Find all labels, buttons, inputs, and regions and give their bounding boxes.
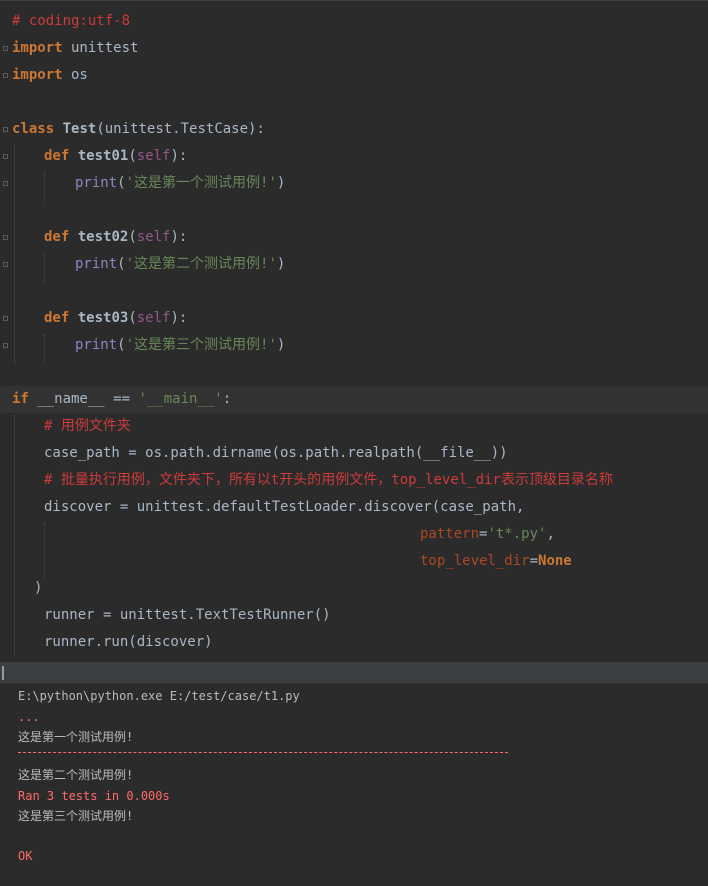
code-line-toplevel-arg: top_level_dir=None (420, 548, 572, 575)
keyword-import: import (12, 40, 63, 56)
string-literal: '这是第二个测试用例!' (125, 256, 277, 272)
class-name: Test (62, 121, 97, 137)
keyword-def: def (44, 229, 70, 245)
code-line-def-test03: def test03(self): (44, 305, 187, 332)
code-line-pattern-arg: pattern='t*.py', (420, 521, 555, 548)
string-pattern: 't*.py' (487, 526, 547, 542)
code-line-import-os: import os (12, 62, 88, 89)
code-line-print1: print('这是第一个测试用例!') (75, 170, 285, 197)
code-line-comment-batch: # 批量执行用例，文件夹下，所有以t开头的用例文件，top_level_dir表… (44, 472, 613, 488)
paren: ( (117, 256, 126, 272)
kwarg-top-level-dir: top_level_dir (420, 553, 530, 569)
fold-marker[interactable] (3, 46, 8, 51)
fold-marker[interactable] (3, 154, 8, 159)
code-line-if-main: if __name__ == '__main__': (12, 386, 231, 413)
method-name: test01 (77, 148, 129, 164)
console-ok: OK (18, 849, 33, 863)
keyword-def: def (44, 148, 70, 164)
console-output-line: 这是第三个测试用例! (18, 809, 134, 823)
code-line-def-test01: def test01(self): (44, 143, 187, 170)
method-name: test02 (77, 229, 129, 245)
paren: ( (128, 148, 137, 164)
fold-marker[interactable] (3, 127, 8, 132)
paren: ) (276, 256, 286, 272)
string-main: '__main__' (138, 391, 223, 407)
indent-guide (14, 415, 15, 655)
indent-guide (44, 253, 45, 283)
class-base: (unittest.TestCase): (96, 121, 265, 137)
builtin-print: print (75, 175, 118, 191)
module-unittest: unittest (62, 40, 139, 56)
code-line-runner: runner = unittest.TextTestRunner() (44, 607, 331, 623)
indent-guide (44, 172, 45, 202)
keyword-if: if (12, 391, 29, 407)
console-separator (18, 752, 508, 753)
indent-guide (44, 334, 45, 364)
string-literal: '这是第一个测试用例!' (125, 175, 277, 191)
code-line-discover: discover = unittest.defaultTestLoader.di… (44, 499, 525, 515)
console-output-line: 这是第二个测试用例! (18, 768, 134, 782)
param-self: self (136, 310, 171, 326)
fold-marker[interactable] (3, 235, 8, 240)
indent-guide (44, 523, 45, 577)
run-console[interactable]: E:\python\python.exe E:/test/case/t1.py … (0, 684, 708, 886)
paren: ): (170, 229, 188, 245)
paren: ( (128, 229, 137, 245)
paren: ( (117, 175, 126, 191)
paren: ) (276, 337, 286, 353)
paren: ): (170, 310, 188, 326)
paren: ( (117, 337, 126, 353)
comma: , (546, 526, 555, 542)
dunder-name: __name__ == (28, 391, 139, 407)
console-ran-summary: Ran 3 tests in 0.000s (18, 789, 170, 803)
fold-marker[interactable] (3, 316, 8, 321)
code-line-print3: print('这是第三个测试用例!') (75, 332, 285, 359)
fold-marker[interactable] (3, 262, 8, 267)
keyword-class: class (12, 121, 55, 137)
method-name: test03 (77, 310, 129, 326)
fold-marker[interactable] (3, 73, 8, 78)
param-self: self (136, 229, 171, 245)
code-line-print2: print('这是第二个测试用例!') (75, 251, 285, 278)
paren: ): (170, 148, 188, 164)
keyword-none: None (538, 553, 572, 569)
code-line-comment-folder: # 用例文件夹 (44, 418, 131, 434)
paren: ) (276, 175, 286, 191)
console-output-line: 这是第一个测试用例! (18, 730, 134, 744)
panel-splitter[interactable] (0, 662, 708, 684)
keyword-import: import (12, 67, 63, 83)
console-dots: ... (18, 710, 40, 724)
keyword-def: def (44, 310, 70, 326)
indent-guide (14, 145, 15, 365)
splitter-handle-icon[interactable] (2, 666, 4, 680)
builtin-print: print (75, 256, 118, 272)
module-os: os (62, 67, 88, 83)
code-line-coding-comment: # coding:utf-8 (12, 13, 131, 29)
fold-marker[interactable] (3, 343, 8, 348)
console-command: E:\python\python.exe E:/test/case/t1.py (18, 689, 300, 703)
code-line-class-def: class Test(unittest.TestCase): (12, 116, 265, 143)
fold-marker[interactable] (3, 181, 8, 186)
kwarg-pattern: pattern (420, 526, 480, 542)
code-line-close-paren: ) (34, 580, 43, 596)
param-self: self (136, 148, 171, 164)
colon: : (222, 391, 232, 407)
code-line-def-test02: def test02(self): (44, 224, 187, 251)
equals: = (529, 553, 539, 569)
code-line-import-unittest: import unittest (12, 35, 138, 62)
code-line-case-path: case_path = os.path.dirname(os.path.real… (44, 445, 508, 461)
string-literal: '这是第三个测试用例!' (125, 337, 277, 353)
code-editor[interactable]: # coding:utf-8 import unittest import os… (0, 0, 708, 662)
code-line-run: runner.run(discover) (44, 634, 213, 650)
paren: ( (128, 310, 137, 326)
builtin-print: print (75, 337, 118, 353)
